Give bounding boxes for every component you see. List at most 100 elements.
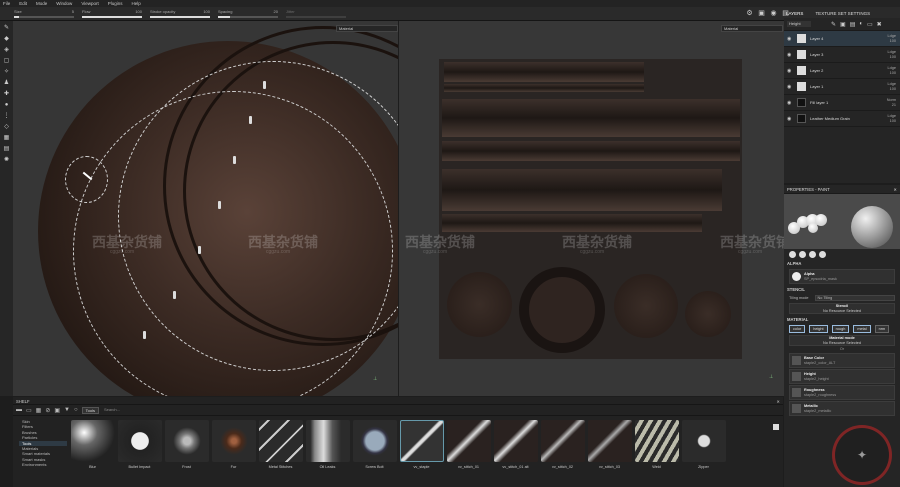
camera-icon[interactable]: ◉ (769, 9, 778, 18)
folder-icon[interactable]: ▭ (867, 21, 873, 28)
layer-opacity[interactable]: 100 (890, 39, 896, 43)
menu-plugins[interactable]: Plugins (108, 1, 123, 6)
refresh-icon[interactable]: ○ (74, 407, 78, 413)
lighting-icon[interactable] (819, 250, 826, 258)
channel-metal-button[interactable]: metal (853, 325, 871, 333)
shelf-item-thumbnail[interactable] (258, 420, 303, 462)
grid-icon[interactable]: ▦ (36, 407, 42, 414)
shelf-item[interactable]: Screw Bolt (351, 420, 398, 476)
channel-select[interactable]: Height (787, 21, 811, 27)
size-value[interactable]: 5 (72, 9, 74, 14)
shelf-item-thumbnail[interactable] (493, 420, 538, 462)
layer-blend[interactable]: Ldge 100 (876, 82, 896, 92)
shelf-search-input[interactable]: Search... (102, 407, 212, 414)
layer-blend-mode[interactable]: Ldge (888, 50, 896, 54)
menu-help[interactable]: Help (132, 1, 141, 6)
layer-opacity[interactable]: 100 (890, 71, 896, 75)
layer-opacity[interactable]: 100 (890, 119, 896, 123)
menu-file[interactable]: File (3, 1, 10, 6)
delete-icon[interactable]: ✖ (877, 21, 882, 28)
layer-blend[interactable]: Ldge 100 (876, 50, 896, 60)
layer-blend[interactable]: Ldge 100 (876, 114, 896, 124)
stroke-opacity-slider[interactable]: Stroke opacity 100 (150, 9, 210, 18)
material-channel-slot[interactable]: Roughness staple2_roughness (789, 385, 895, 400)
shelf-item[interactable]: vv_stitch_01 (445, 420, 492, 476)
channel-nrm-button[interactable]: nrm (874, 325, 890, 333)
shelf-category-item[interactable]: Environments (19, 462, 67, 467)
clone-icon[interactable]: ♟ (4, 78, 9, 89)
shelf-item[interactable]: vv_stitch_03 (586, 420, 633, 476)
size-slider[interactable]: Size 5 (14, 9, 74, 18)
layer-blend-mode[interactable]: Norm (887, 98, 896, 102)
folder-icon[interactable]: ▬ (16, 407, 22, 413)
layer-blend[interactable]: Norm 21 (876, 98, 896, 108)
viewport-3d[interactable]: Material ⊥ (13, 21, 398, 396)
layer-row[interactable]: ◉ Leather Medium Grain Ldge 100 (784, 111, 900, 127)
eye-icon[interactable]: ◉ (787, 84, 792, 90)
geometry-fill-icon[interactable]: ▢ (4, 56, 10, 67)
layer-row[interactable]: ◉ Layer 1 Ldge 100 (784, 79, 900, 95)
shelf-item[interactable]: vv_staple (398, 420, 445, 476)
eye-icon[interactable]: ◉ (787, 100, 792, 106)
material-channel-slot[interactable]: Base Color staple2_color_ALT (789, 353, 895, 368)
channel-color-button[interactable]: color (789, 325, 806, 333)
flow-value[interactable]: 100 (135, 9, 142, 14)
brush-icon[interactable] (789, 250, 796, 258)
picker-icon[interactable]: ✚ (4, 89, 9, 100)
eye-icon[interactable]: ◉ (787, 52, 792, 58)
shelf-item-thumbnail[interactable] (305, 420, 350, 462)
shelf-item-thumbnail[interactable] (446, 420, 491, 462)
gear-icon[interactable]: ✺ (4, 155, 9, 166)
measure-icon[interactable]: ⋮ (4, 111, 10, 122)
material-mode-slot[interactable]: Material mode No Resource Selected (789, 335, 895, 346)
layer-blend[interactable]: Ldge 100 (876, 34, 896, 44)
shelf-item-thumbnail[interactable] (352, 420, 397, 462)
add-fill-icon[interactable]: ▤ (850, 21, 856, 28)
menu-edit[interactable]: Edit (19, 1, 27, 6)
eraser-icon[interactable]: ◆ (4, 34, 9, 45)
layer-blend-mode[interactable]: Ldge (888, 66, 896, 70)
render-icon[interactable]: ▣ (757, 9, 766, 18)
settings-icon[interactable]: ⚙ (745, 9, 754, 18)
shelf-item[interactable]: Zipper (680, 420, 727, 476)
shelf-item-thumbnail[interactable] (681, 420, 726, 462)
add-mask-icon[interactable]: ◐ (859, 21, 863, 27)
shelf-item-thumbnail[interactable] (540, 420, 585, 462)
layer-blend[interactable]: Ldge 100 (876, 66, 896, 76)
projection-icon[interactable]: ◈ (4, 45, 9, 56)
shelf-item-thumbnail[interactable] (117, 420, 162, 462)
shelf-item-thumbnail[interactable] (70, 420, 115, 462)
layer-opacity[interactable]: 100 (890, 55, 896, 59)
stencil-slot[interactable]: Stencil No Resource Selected (789, 303, 895, 314)
channel-rough-button[interactable]: rough (831, 325, 850, 333)
image-icon[interactable]: ▦ (4, 133, 10, 144)
viewport-3d-mode-select[interactable]: Material (336, 25, 398, 32)
shelf-item-thumbnail[interactable] (211, 420, 256, 462)
sphere-icon[interactable] (799, 250, 806, 258)
close-icon[interactable]: ✕ (776, 399, 780, 404)
shelf-item[interactable]: Fur (210, 420, 257, 476)
menu-viewport[interactable]: Viewport (81, 1, 98, 6)
layer-opacity[interactable]: 100 (890, 87, 896, 91)
filter-icon[interactable]: ▼ (64, 407, 70, 413)
shelf-item-thumbnail[interactable] (587, 420, 632, 462)
stroke-opacity-value[interactable]: 100 (203, 9, 210, 14)
shelf-item[interactable]: Frost (163, 420, 210, 476)
shelf-item[interactable]: Bullet Impact (116, 420, 163, 476)
flow-slider[interactable]: Flow 100 (82, 9, 142, 18)
spacing-slider[interactable]: Spacing 20 (218, 9, 278, 18)
layer-row[interactable]: ◉ Layer 2 Ldge 100 (784, 63, 900, 79)
spacing-value[interactable]: 20 (274, 9, 278, 14)
material-channel-slot[interactable]: Metallic staple2_metallic (789, 401, 895, 416)
eye-icon[interactable]: ◉ (787, 68, 792, 74)
layer-opacity[interactable]: 21 (892, 103, 896, 107)
layer-blend-mode[interactable]: Ldge (888, 114, 896, 118)
menu-mode[interactable]: Mode (36, 1, 47, 6)
import-icon[interactable]: ▣ (54, 407, 60, 414)
shelf-item[interactable]: Weld (633, 420, 680, 476)
new-folder-icon[interactable]: ▭ (26, 407, 32, 414)
shelf-item[interactable]: Metal Stitches (257, 420, 304, 476)
hide-icon[interactable]: ⊘ (45, 407, 50, 414)
shelf-item-thumbnail[interactable] (164, 420, 209, 462)
tiling-mode-select[interactable]: No Tiling (814, 295, 895, 301)
